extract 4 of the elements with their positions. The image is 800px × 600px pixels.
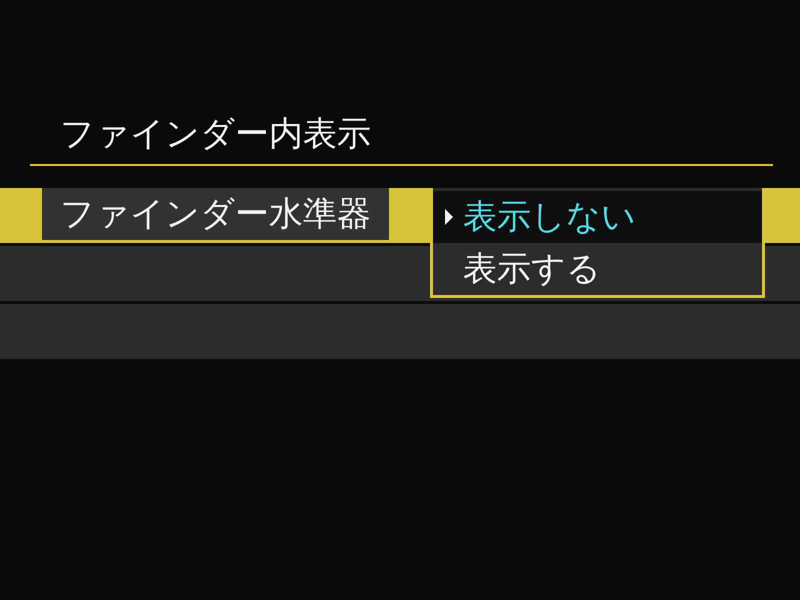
pointer-icon xyxy=(443,207,455,227)
menu-item-label: ファインダー水準器 xyxy=(42,188,389,240)
option-item[interactable]: 表示しない xyxy=(433,191,762,243)
menu-title: ファインダー内表示 xyxy=(60,113,371,156)
